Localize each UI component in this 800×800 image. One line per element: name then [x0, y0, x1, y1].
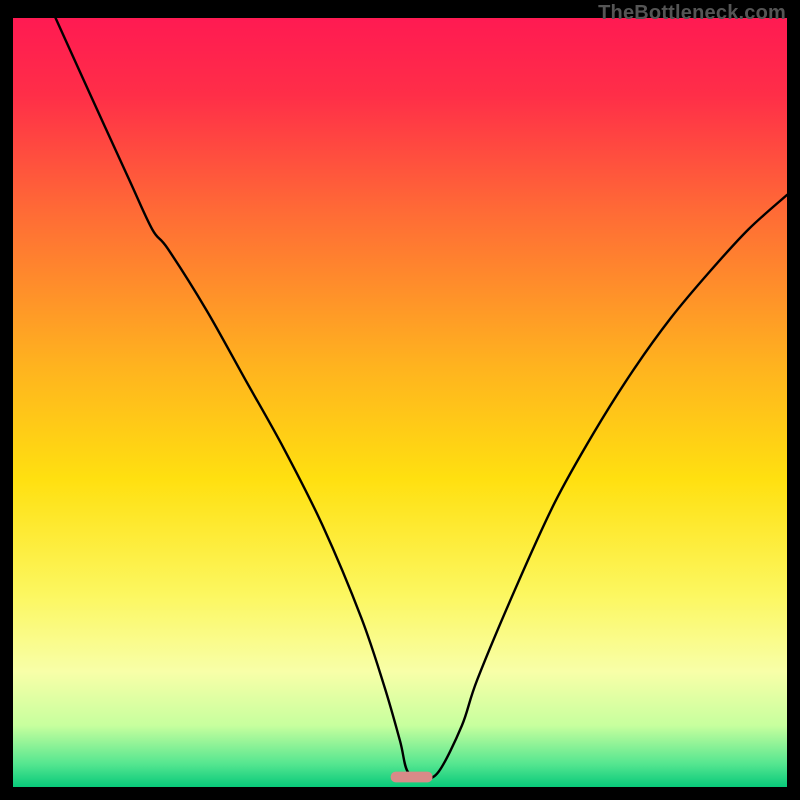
watermark-label: TheBottleneck.com	[598, 2, 786, 25]
gradient-background	[13, 18, 787, 787]
chart-container	[13, 18, 787, 787]
bottleneck-chart	[13, 18, 787, 787]
optimal-marker	[391, 772, 433, 783]
